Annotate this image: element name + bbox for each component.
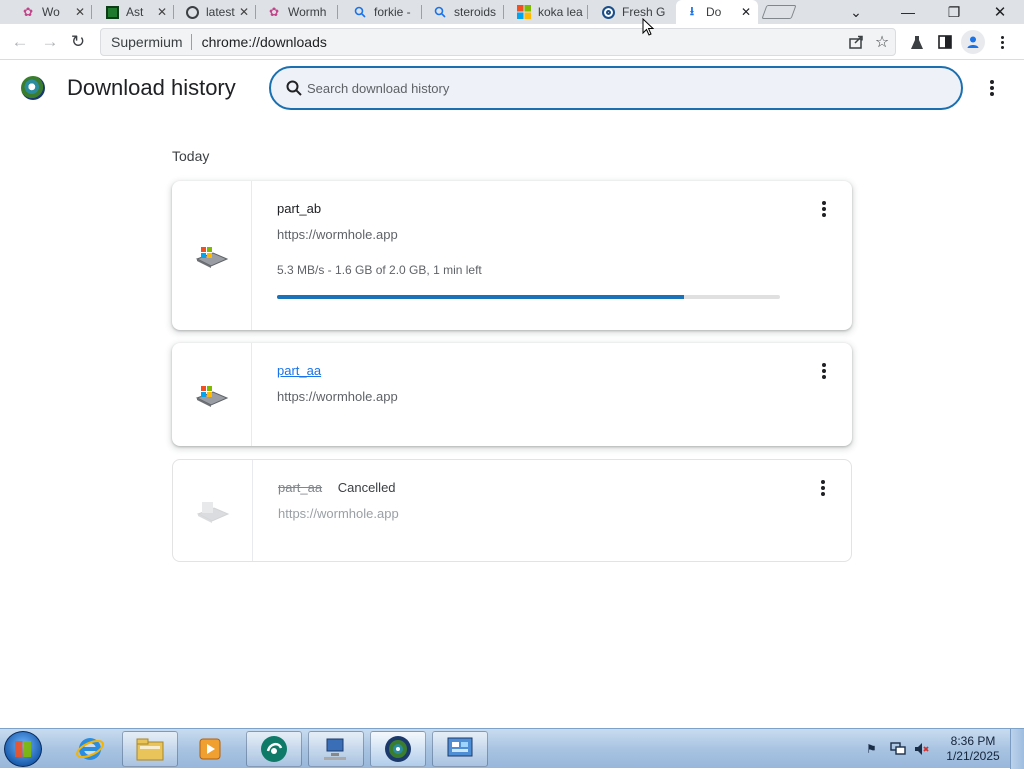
progress-bar bbox=[277, 295, 780, 299]
supermium-taskbar-icon[interactable] bbox=[370, 731, 426, 767]
tab-title: steroids bbox=[454, 5, 497, 19]
download-item-cancelled: part_aa Cancelled https://wormhole.app bbox=[172, 459, 852, 562]
close-tab-icon[interactable]: ✕ bbox=[236, 5, 252, 19]
tab-1[interactable]: ✿ Wo ✕ bbox=[12, 0, 92, 24]
close-tab-icon[interactable]: ✕ bbox=[154, 5, 170, 19]
file-name-link[interactable]: part_aa bbox=[277, 363, 321, 378]
tab-title: Wo bbox=[42, 5, 60, 19]
back-button[interactable]: ← bbox=[8, 30, 32, 54]
media-player-icon[interactable] bbox=[188, 731, 232, 767]
tab-title: latest (2 bbox=[206, 5, 236, 19]
file-type-icon bbox=[173, 460, 253, 561]
internet-explorer-icon[interactable] bbox=[68, 731, 112, 767]
minimize-button[interactable]: — bbox=[886, 0, 930, 24]
search-icon bbox=[432, 4, 448, 20]
downloads-page: Download history Today part_ab https://w… bbox=[0, 60, 1024, 728]
network-status-icon[interactable] bbox=[890, 742, 906, 756]
date-section-label: Today bbox=[172, 148, 210, 164]
search-input[interactable] bbox=[307, 80, 907, 96]
download-icon: ⭳ bbox=[689, 3, 695, 18]
disk-image-icon bbox=[196, 501, 229, 523]
globe-icon bbox=[184, 4, 200, 20]
profile-avatar-icon[interactable] bbox=[961, 30, 985, 54]
labs-flask-icon[interactable] bbox=[905, 30, 929, 54]
status-label: Cancelled bbox=[337, 480, 396, 495]
close-tab-icon[interactable]: ✕ bbox=[738, 5, 754, 19]
download-item-complete: part_aa https://wormhole.app bbox=[172, 343, 852, 446]
download-menu-button[interactable] bbox=[811, 476, 835, 500]
file-type-icon bbox=[172, 181, 252, 330]
close-tab-icon[interactable]: ✕ bbox=[72, 5, 88, 19]
tab-title: forkie - bbox=[374, 5, 411, 19]
side-panel-icon[interactable] bbox=[933, 30, 957, 54]
flower-icon: ✿ bbox=[22, 5, 34, 19]
windows-taskbar: ⚑ 8:36 PM 1/21/2025 bbox=[0, 728, 1024, 769]
tab-6[interactable]: steroids bbox=[424, 0, 504, 24]
source-url[interactable]: https://wormhole.app bbox=[277, 389, 398, 404]
green-square-icon bbox=[104, 4, 120, 20]
show-desktop-button[interactable] bbox=[1010, 729, 1024, 769]
url-text[interactable]: chrome://downloads bbox=[192, 34, 843, 50]
new-tab-button[interactable] bbox=[761, 5, 797, 19]
start-button[interactable] bbox=[4, 731, 42, 767]
tab-title: koka lea bbox=[538, 5, 583, 19]
forward-button[interactable]: → bbox=[38, 30, 62, 54]
close-window-button[interactable]: ✕ bbox=[978, 0, 1022, 24]
network-computer-icon[interactable] bbox=[308, 731, 364, 767]
download-menu-button[interactable] bbox=[812, 197, 836, 221]
system-clock[interactable]: 8:36 PM 1/21/2025 bbox=[938, 734, 1008, 764]
tab-strip: ✿ Wo ✕ Ast ✕ latest (2 ✕ ✿ Wormh forkie … bbox=[0, 0, 1024, 24]
volume-muted-icon[interactable] bbox=[914, 742, 930, 756]
control-panel-icon[interactable] bbox=[432, 731, 488, 767]
source-url[interactable]: https://wormhole.app bbox=[277, 227, 398, 242]
app-taskbar-icon[interactable] bbox=[246, 731, 302, 767]
search-box[interactable] bbox=[269, 66, 963, 110]
tab-8[interactable]: Fresh G bbox=[592, 0, 672, 24]
tab-7[interactable]: koka lea bbox=[508, 0, 588, 24]
download-item-in-progress: part_ab https://wormhole.app 5.3 MB/s - … bbox=[172, 181, 852, 330]
tab-title: Fresh G bbox=[622, 5, 666, 19]
disk-image-icon bbox=[195, 385, 228, 407]
tab-search-chevron-down-icon[interactable]: ⌄ bbox=[834, 0, 878, 24]
browser-toolbar: ← → ↻ Supermium chrome://downloads ☆ bbox=[0, 24, 1024, 60]
file-name[interactable]: part_ab bbox=[277, 201, 321, 216]
page-menu-button[interactable] bbox=[980, 76, 1004, 100]
source-url[interactable]: https://wormhole.app bbox=[278, 506, 399, 521]
disk-image-icon bbox=[195, 246, 228, 268]
clock-time: 8:36 PM bbox=[950, 734, 996, 748]
tab-3[interactable]: latest (2 ✕ bbox=[176, 0, 256, 24]
address-bar[interactable]: Supermium chrome://downloads ☆ bbox=[100, 28, 896, 56]
tab-title: Wormh bbox=[288, 5, 327, 19]
tab-downloads-active[interactable]: ⭳ Do ✕ bbox=[676, 0, 758, 24]
site-chip[interactable]: Supermium bbox=[101, 34, 192, 50]
tab-2[interactable]: Ast ✕ bbox=[96, 0, 174, 24]
file-explorer-icon[interactable] bbox=[122, 731, 178, 767]
search-icon bbox=[286, 80, 302, 96]
download-menu-button[interactable] bbox=[812, 359, 836, 383]
tab-5[interactable]: forkie - bbox=[344, 0, 422, 24]
clock-date: 1/21/2025 bbox=[946, 749, 1000, 763]
progress-status-text: 5.3 MB/s - 1.6 GB of 2.0 GB, 1 min left bbox=[277, 263, 482, 277]
file-name: part_aa bbox=[278, 480, 323, 495]
action-center-flag-icon[interactable]: ⚑ bbox=[866, 742, 882, 756]
tab-title: Do bbox=[706, 5, 722, 19]
windows-logo-icon bbox=[516, 4, 532, 20]
flower-icon: ✿ bbox=[268, 5, 280, 19]
reload-button[interactable]: ↻ bbox=[66, 30, 90, 54]
mouse-cursor-icon bbox=[642, 18, 654, 36]
search-icon bbox=[352, 4, 368, 20]
tab-4[interactable]: ✿ Wormh bbox=[258, 0, 338, 24]
spiral-icon bbox=[600, 4, 616, 20]
page-title: Download history bbox=[67, 75, 236, 100]
file-type-icon bbox=[172, 343, 252, 446]
supermium-logo-icon bbox=[21, 76, 45, 100]
tab-title: Ast bbox=[126, 5, 144, 19]
share-icon[interactable] bbox=[843, 29, 869, 55]
browser-menu-icon[interactable] bbox=[990, 30, 1014, 54]
progress-bar-fill bbox=[277, 295, 685, 299]
bookmark-star-icon[interactable]: ☆ bbox=[869, 29, 895, 55]
file-name-row: part_aa Cancelled bbox=[278, 480, 396, 495]
restore-button[interactable]: ❐ bbox=[932, 0, 976, 24]
